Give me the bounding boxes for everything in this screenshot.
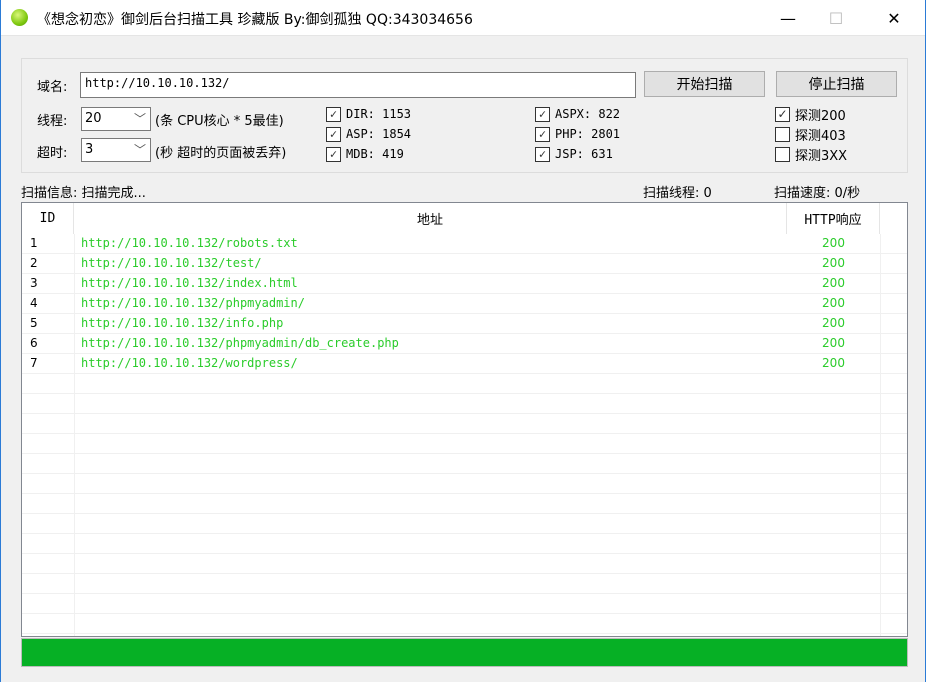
checkbox-icon[interactable]: ✓ xyxy=(535,126,550,142)
probe-checkbox[interactable]: ✓ 探测200 xyxy=(775,104,846,124)
cell-url: http://10.10.10.132/robots.txt xyxy=(81,236,298,250)
checkbox-label: ASPX: 822 xyxy=(555,107,621,121)
checkbox-label: DIR: 1153 xyxy=(346,107,412,121)
checkbox-label: 探测200 xyxy=(795,108,846,124)
cell-id: 3 xyxy=(30,276,38,290)
minimize-button[interactable]: — xyxy=(765,0,811,36)
checkbox-label: 探测3XX xyxy=(795,148,848,164)
timeout-label: 超时: xyxy=(37,146,68,161)
table-row[interactable] xyxy=(22,614,907,634)
table-row[interactable] xyxy=(22,534,907,554)
table-row[interactable] xyxy=(22,394,907,414)
header-http[interactable]: HTTP响应 xyxy=(787,203,880,234)
header-id[interactable]: ID xyxy=(22,203,74,234)
cell-http: 200 xyxy=(822,236,845,250)
dict-checkbox[interactable]: ✓ ASPX: 822 xyxy=(535,104,620,124)
table-row[interactable]: 6 http://10.10.10.132/phpmyadmin/db_creat… xyxy=(22,334,907,354)
scan-speed: 扫描速度: 0/秒 xyxy=(774,186,861,201)
cell-url: http://10.10.10.132/index.html xyxy=(81,276,298,290)
domain-label: 域名: xyxy=(37,80,68,95)
threads-label: 线程: xyxy=(37,114,68,129)
chevron-down-icon: ﹀ xyxy=(133,143,146,157)
table-row[interactable] xyxy=(22,494,907,514)
checkbox-label: ASP: 1854 xyxy=(346,127,412,141)
cell-id: 6 xyxy=(30,336,38,350)
checkbox-label: 探测403 xyxy=(795,128,846,144)
cell-http: 200 xyxy=(822,256,845,270)
probe-checkbox[interactable]: 探测3XX xyxy=(775,144,847,164)
table-row[interactable] xyxy=(22,454,907,474)
table-row[interactable] xyxy=(22,434,907,454)
table-row[interactable] xyxy=(22,374,907,394)
app-icon xyxy=(11,9,28,26)
checkbox-icon[interactable]: ✓ xyxy=(535,146,550,162)
threads-value: 20 xyxy=(85,111,102,126)
threads-hint: (条 CPU核心 * 5最佳) xyxy=(155,114,284,129)
maximize-button[interactable]: ☐ xyxy=(813,0,859,36)
progress-fill xyxy=(22,639,907,666)
dict-checkbox[interactable]: ✓ JSP: 631 xyxy=(535,144,613,164)
timeout-select[interactable]: 3 ﹀ xyxy=(81,138,151,162)
table-row[interactable] xyxy=(22,474,907,494)
checkbox-icon[interactable] xyxy=(775,126,790,142)
dict-checkbox[interactable]: ✓ PHP: 2801 xyxy=(535,124,620,144)
domain-input[interactable]: http://10.10.10.132/ xyxy=(80,72,636,98)
stop-scan-button[interactable]: 停止扫描 xyxy=(776,71,897,97)
table-row[interactable] xyxy=(22,574,907,594)
table-row[interactable]: 7 http://10.10.10.132/wordpress/200 xyxy=(22,354,907,374)
progress-bar xyxy=(21,638,908,667)
table-row[interactable] xyxy=(22,554,907,574)
cell-url: http://10.10.10.132/phpmyadmin/ xyxy=(81,296,305,310)
scan-info: 扫描信息: 扫描完成... xyxy=(21,186,146,201)
cell-url: http://10.10.10.132/phpmyadmin/db_create… xyxy=(81,336,399,350)
table-row[interactable] xyxy=(22,514,907,534)
table-row[interactable]: 1 http://10.10.10.132/robots.txt 200 xyxy=(22,234,907,254)
table-row[interactable]: 5 http://10.10.10.132/info.php 200 xyxy=(22,314,907,334)
cell-id: 5 xyxy=(30,316,38,330)
checkbox-icon[interactable]: ✓ xyxy=(326,106,341,122)
cell-http: 200 xyxy=(822,276,845,290)
results-table[interactable]: ID 地址 HTTP响应 1 http://10.10.10.132/robots… xyxy=(21,202,908,637)
table-row[interactable]: 4 http://10.10.10.132/phpmyadmin/200 xyxy=(22,294,907,314)
checkbox-label: PHP: 2801 xyxy=(555,127,621,141)
dict-checkbox[interactable]: ✓ MDB: 419 xyxy=(326,144,404,164)
checkbox-icon[interactable]: ✓ xyxy=(775,106,790,122)
cell-id: 1 xyxy=(30,236,38,250)
checkbox-icon[interactable]: ✓ xyxy=(326,146,341,162)
cell-http: 200 xyxy=(822,356,845,370)
table-row[interactable] xyxy=(22,594,907,614)
checkbox-icon[interactable]: ✓ xyxy=(326,126,341,142)
table-row[interactable]: 2 http://10.10.10.132/test/200 xyxy=(22,254,907,274)
scan-threads: 扫描线程: 0 xyxy=(643,186,712,201)
cell-http: 200 xyxy=(822,316,845,330)
cell-url: http://10.10.10.132/wordpress/ xyxy=(81,356,298,370)
table-row[interactable]: 3 http://10.10.10.132/index.html 200 xyxy=(22,274,907,294)
dict-checkbox[interactable]: ✓ ASP: 1854 xyxy=(326,124,411,144)
checkbox-label: MDB: 419 xyxy=(346,147,404,161)
close-button[interactable]: ✕ xyxy=(871,0,917,36)
dict-checkbox[interactable]: ✓ DIR: 1153 xyxy=(326,104,411,124)
threads-select[interactable]: 20 ﹀ xyxy=(81,107,151,131)
cell-id: 4 xyxy=(30,296,38,310)
cell-url: http://10.10.10.132/info.php xyxy=(81,316,284,330)
header-address[interactable]: 地址 xyxy=(74,203,787,234)
timeout-hint: (秒 超时的页面被丢弃) xyxy=(155,146,287,161)
start-scan-button[interactable]: 开始扫描 xyxy=(644,71,765,97)
cell-url: http://10.10.10.132/test/ xyxy=(81,256,262,270)
table-row[interactable] xyxy=(22,414,907,434)
checkbox-icon[interactable]: ✓ xyxy=(535,106,550,122)
probe-checkbox[interactable]: 探测403 xyxy=(775,124,846,144)
checkbox-label: JSP: 631 xyxy=(555,147,613,161)
window-title: 《想念初恋》御剑后台扫描工具 珍藏版 By:御剑孤独 QQ:343034656 xyxy=(37,12,473,28)
checkbox-icon[interactable] xyxy=(775,146,790,162)
cell-http: 200 xyxy=(822,336,845,350)
cell-http: 200 xyxy=(822,296,845,310)
title-bar: 《想念初恋》御剑后台扫描工具 珍藏版 By:御剑孤独 QQ:343034656 … xyxy=(1,0,925,36)
chevron-down-icon: ﹀ xyxy=(133,112,146,126)
cell-id: 7 xyxy=(30,356,38,370)
cell-id: 2 xyxy=(30,256,38,270)
timeout-value: 3 xyxy=(85,142,94,157)
